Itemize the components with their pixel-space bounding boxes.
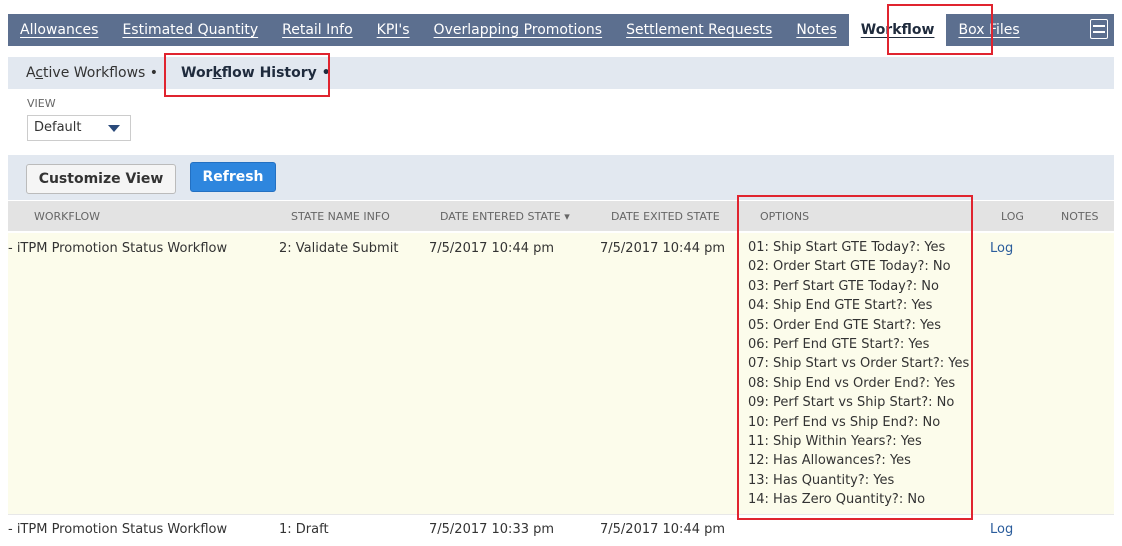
option-line: 14: Has Zero Quantity?: No	[748, 492, 926, 508]
option-line: 04: Ship End GTE Start?: Yes	[748, 298, 933, 314]
state-cell: 1: Draft	[279, 522, 329, 537]
dropdown-caret-icon	[108, 125, 120, 132]
refresh-button[interactable]: Refresh	[190, 162, 276, 192]
column-header-date-exited-state[interactable]: DATE EXITED STATE	[611, 210, 720, 223]
option-line: 05: Order End GTE Start?: Yes	[748, 317, 942, 333]
option-line: 11: Ship Within Years?: Yes	[748, 434, 922, 450]
option-line: 13: Has Quantity?: Yes	[748, 472, 895, 488]
column-header-notes[interactable]: NOTES	[1061, 210, 1099, 223]
log-link[interactable]: Log	[990, 522, 1013, 537]
option-line: 06: Perf End GTE Start?: Yes	[748, 337, 930, 353]
list-toolbar: Customize View Refresh	[8, 155, 1114, 200]
tab-notes[interactable]: Notes	[784, 14, 848, 46]
workflow-cell: - iTPM Promotion Status Workflow	[8, 522, 228, 537]
option-line: 10: Perf End vs Ship End?: No	[748, 414, 941, 430]
option-line: 08: Ship End vs Order End?: Yes	[748, 375, 956, 391]
subtab-active-workflows[interactable]: Active Workflows •	[26, 65, 158, 81]
view-dropdown[interactable]: Default	[27, 115, 131, 141]
customize-view-button[interactable]: Customize View	[26, 164, 176, 194]
column-header-workflow[interactable]: WORKFLOW	[34, 210, 100, 223]
record-subtab-bar: Allowances Estimated Quantity Retail Inf…	[8, 14, 1114, 46]
date-exited-cell: 7/5/2017 10:44 pm	[600, 522, 726, 537]
option-line: 02: Order Start GTE Today?: No	[748, 259, 951, 275]
hamburger-menu-icon[interactable]	[1090, 19, 1108, 39]
tab-kpis[interactable]: KPI's	[365, 14, 422, 46]
tab-settlement-requests[interactable]: Settlement Requests	[614, 14, 784, 46]
option-line: 12: Has Allowances?: Yes	[748, 453, 911, 469]
view-label: VIEW	[27, 97, 56, 110]
tab-retail-info[interactable]: Retail Info	[270, 14, 365, 46]
date-exited-cell: 7/5/2017 10:44 pm	[600, 241, 726, 256]
table-row: - iTPM Promotion Status Workflow 1: Draf…	[8, 514, 1114, 545]
view-selected-value: Default	[34, 120, 82, 135]
column-header-options[interactable]: OPTIONS	[760, 210, 809, 223]
tab-allowances[interactable]: Allowances	[8, 14, 110, 46]
table-header: WORKFLOW STATE NAME INFO DATE ENTERED ST…	[8, 201, 1114, 231]
options-cell: 01: Ship Start GTE Today?: Yes 02: Order…	[748, 238, 969, 510]
log-link[interactable]: Log	[990, 241, 1013, 256]
workflow-subtab-bar: Active Workflows • Workflow History •	[8, 57, 1114, 89]
option-line: 01: Ship Start GTE Today?: Yes	[748, 240, 946, 255]
tab-estimated-quantity[interactable]: Estimated Quantity	[110, 14, 270, 46]
column-header-log[interactable]: LOG	[1001, 210, 1024, 223]
subtab-workflow-history[interactable]: Workflow History •	[181, 65, 331, 81]
tab-overlapping-promotions[interactable]: Overlapping Promotions	[422, 14, 615, 46]
date-entered-cell: 7/5/2017 10:44 pm	[429, 241, 555, 256]
state-cell: 2: Validate Submit	[279, 241, 399, 256]
column-header-date-entered-state[interactable]: DATE ENTERED STATE ▾	[440, 210, 570, 223]
option-line: 07: Ship Start vs Order Start?: Yes	[748, 356, 970, 372]
table-row: - iTPM Promotion Status Workflow 2: Vali…	[8, 233, 1114, 514]
column-header-state-name-info[interactable]: STATE NAME INFO	[291, 210, 390, 223]
tab-box-files[interactable]: Box Files	[946, 14, 1031, 46]
tab-workflow[interactable]: Workflow	[848, 14, 947, 46]
date-entered-cell: 7/5/2017 10:33 pm	[429, 522, 555, 537]
option-line: 03: Perf Start GTE Today?: No	[748, 278, 939, 294]
option-line: 09: Perf Start vs Ship Start?: No	[748, 395, 955, 411]
workflow-cell: - iTPM Promotion Status Workflow	[8, 241, 228, 256]
